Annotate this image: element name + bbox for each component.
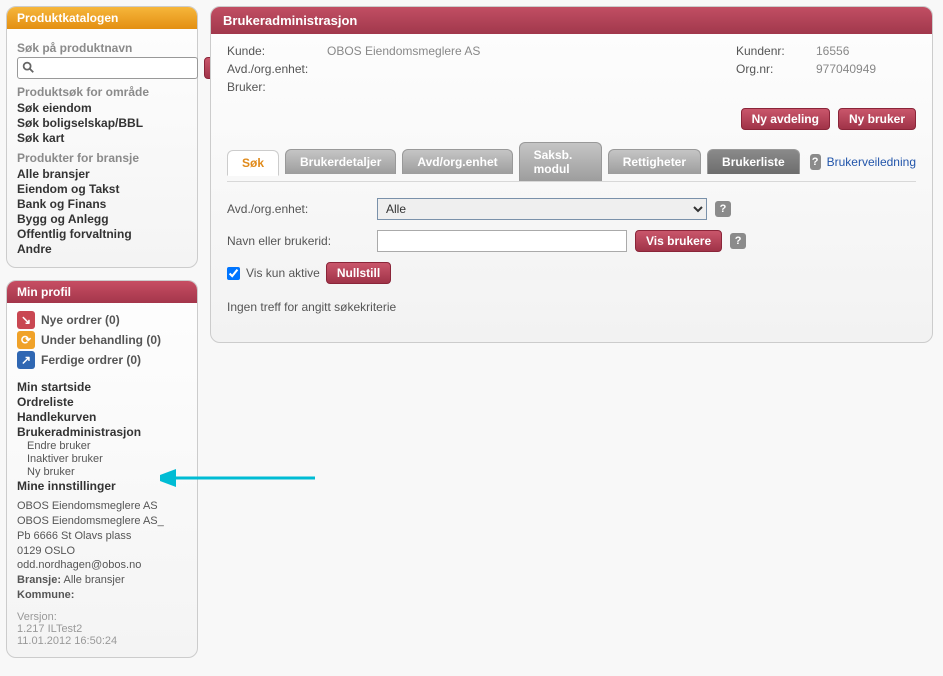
bransje-link-alle[interactable]: Alle bransjer: [17, 167, 187, 181]
help-icon-avd[interactable]: ?: [715, 201, 731, 217]
subnav-inaktiver-bruker[interactable]: Inaktiver bruker: [27, 453, 187, 465]
my-profile-panel: Min profil ↘ Nye ordrer (0) ⟳ Under beha…: [6, 280, 198, 658]
no-results-message: Ingen treff for angitt søkekriterie: [227, 300, 916, 314]
kunde-label: Kunde:: [227, 44, 327, 58]
version-head: Versjon:: [17, 611, 187, 623]
arrow-up-icon: ↗: [17, 351, 35, 369]
department-select[interactable]: Alle: [377, 198, 707, 220]
product-catalog-panel: Produktkatalogen Søk på produktnavn Søk …: [6, 6, 198, 268]
help-icon-name[interactable]: ?: [730, 233, 746, 249]
orders-processing[interactable]: ⟳ Under behandling (0): [17, 331, 187, 349]
kommune-label: Kommune:: [17, 589, 74, 601]
tab-case-module[interactable]: Saksb. modul: [519, 142, 602, 181]
nav-ordreliste[interactable]: Ordreliste: [17, 395, 187, 409]
subnav-ny-bruker[interactable]: Ny bruker: [27, 466, 187, 478]
help-icon[interactable]: ?: [810, 154, 821, 170]
nav-handlekurven[interactable]: Handlekurven: [17, 410, 187, 424]
active-only-checkbox[interactable]: [227, 267, 240, 280]
customer-info-grid: Kunde: OBOS Eiendomsmeglere AS Kundenr: …: [227, 44, 916, 94]
reset-button[interactable]: Nullstill: [326, 262, 391, 284]
name-or-userid-input[interactable]: [377, 230, 627, 252]
refresh-icon: ⟳: [17, 331, 35, 349]
version-block: Versjon: 1.217 ILTest2 11.01.2012 16:50:…: [17, 611, 187, 647]
bransje-link-bank-finans[interactable]: Bank og Finans: [17, 197, 187, 211]
user-admin-panel: Brukeradministrasjon Kunde: OBOS Eiendom…: [210, 6, 933, 343]
addr-email[interactable]: odd.nordhagen@obos.no: [17, 559, 141, 571]
addr-line1: OBOS Eiendomsmeglere AS: [17, 499, 187, 514]
new-user-button[interactable]: Ny bruker: [838, 108, 916, 130]
search-icon: [21, 60, 35, 74]
area-link-eiendom[interactable]: Søk eiendom: [17, 101, 187, 115]
bransje-link-andre[interactable]: Andre: [17, 242, 187, 256]
subnav-endre-bruker[interactable]: Endre bruker: [27, 440, 187, 452]
addr-line4: 0129 OSLO: [17, 544, 187, 559]
tab-permissions[interactable]: Rettigheter: [608, 149, 701, 174]
kundenr-value: 16556: [816, 44, 916, 58]
product-search-input[interactable]: [17, 57, 198, 79]
form-name-label: Navn eller brukerid:: [227, 234, 377, 248]
addr-line2: OBOS Eiendomsmeglere AS_: [17, 514, 187, 529]
orders-processing-label: Under behandling (0): [41, 333, 161, 347]
version-value: 1.217 ILTest2: [17, 623, 187, 635]
bransje-link-bygg-anlegg[interactable]: Bygg og Anlegg: [17, 212, 187, 226]
orgnr-value: 977040949: [816, 62, 916, 76]
user-admin-header: Brukeradministrasjon: [211, 7, 932, 34]
tab-user-list[interactable]: Brukerliste: [707, 149, 800, 174]
my-profile-header: Min profil: [7, 281, 197, 303]
area-link-boligselskap[interactable]: Søk boligselskap/BBL: [17, 116, 187, 130]
active-only-label: Vis kun aktive: [246, 266, 320, 280]
tab-user-details[interactable]: Brukerdetaljer: [285, 149, 396, 174]
avd-label: Avd./org.enhet:: [227, 62, 327, 76]
tab-department[interactable]: Avd/org.enhet: [402, 149, 512, 174]
orders-done-label: Ferdige ordrer (0): [41, 353, 141, 367]
orders-new[interactable]: ↘ Nye ordrer (0): [17, 311, 187, 329]
orders-new-label: Nye ordrer (0): [41, 313, 120, 327]
area-search-heading: Produktsøk for område: [17, 85, 187, 99]
nav-min-startside[interactable]: Min startside: [17, 380, 187, 394]
orders-done[interactable]: ↗ Ferdige ordrer (0): [17, 351, 187, 369]
bransje-link-offentlig[interactable]: Offentlig forvaltning: [17, 227, 187, 241]
tab-search[interactable]: Søk: [227, 150, 279, 176]
area-link-kart[interactable]: Søk kart: [17, 131, 187, 145]
arrow-down-icon: ↘: [17, 311, 35, 329]
search-label: Søk på produktnavn: [17, 41, 187, 55]
avd-value: [327, 62, 736, 76]
nav-mine-innstillinger[interactable]: Mine innstillinger: [17, 479, 187, 493]
tabs-row: Søk Brukerdetaljer Avd/org.enhet Saksb. …: [227, 142, 916, 182]
product-catalog-header: Produktkatalogen: [7, 7, 197, 29]
addr-line3: Pb 6666 St Olavs plass: [17, 529, 187, 544]
version-timestamp: 11.01.2012 16:50:24: [17, 635, 187, 647]
bransje-label: Bransje:: [17, 574, 61, 586]
user-guide-link[interactable]: Brukerveiledning: [827, 155, 916, 169]
kundenr-label: Kundenr:: [736, 44, 816, 58]
form-avd-label: Avd./org.enhet:: [227, 202, 377, 216]
nav-brukeradmin[interactable]: Brukeradministrasjon: [17, 425, 187, 439]
bruker-label: Bruker:: [227, 80, 327, 94]
company-address: OBOS Eiendomsmeglere AS OBOS Eiendomsmeg…: [17, 499, 187, 603]
show-users-button[interactable]: Vis brukere: [635, 230, 722, 252]
bransje-link-eiendom-takst[interactable]: Eiendom og Takst: [17, 182, 187, 196]
new-department-button[interactable]: Ny avdeling: [741, 108, 830, 130]
bransje-heading: Produkter for bransje: [17, 151, 187, 165]
bransje-value: Alle bransjer: [63, 574, 124, 586]
bruker-value: [327, 80, 736, 94]
kunde-value: OBOS Eiendomsmeglere AS: [327, 44, 736, 58]
orgnr-label: Org.nr:: [736, 62, 816, 76]
